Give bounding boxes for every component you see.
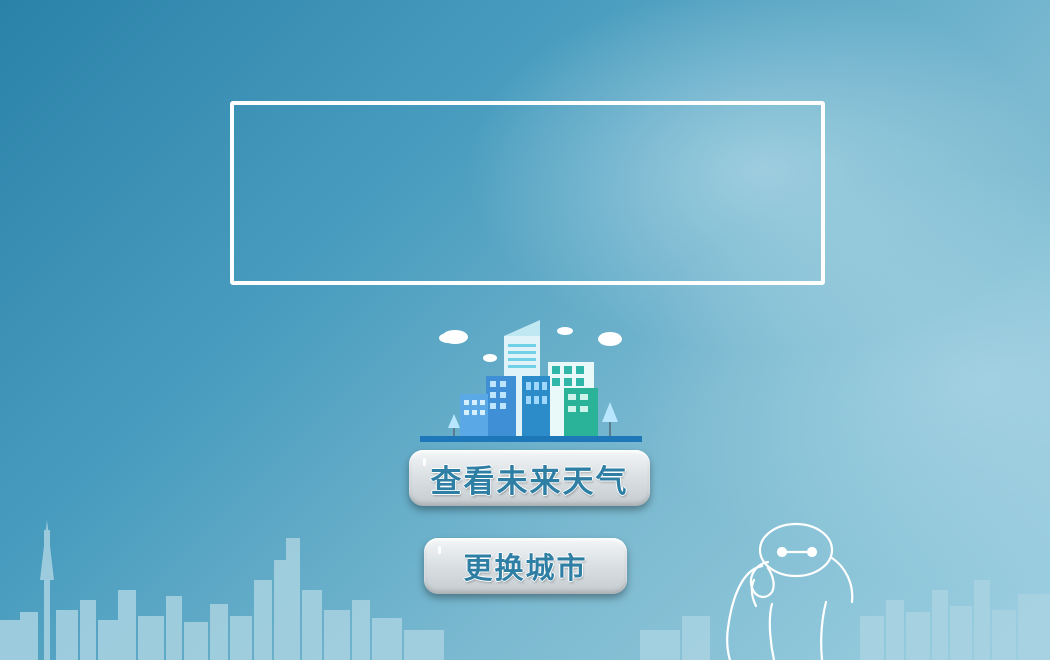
change-city-button[interactable]: 更换城市 (424, 538, 627, 594)
weather-info-panel (230, 101, 825, 285)
button-shine (438, 546, 441, 554)
button-shine (423, 458, 426, 466)
baymax-mascot-icon (726, 522, 854, 660)
view-forecast-button[interactable]: 查看未来天气 (409, 450, 650, 506)
change-city-label: 更换城市 (463, 551, 588, 585)
view-forecast-label: 查看未来天气 (430, 463, 629, 500)
city-buildings-icon (420, 320, 642, 442)
